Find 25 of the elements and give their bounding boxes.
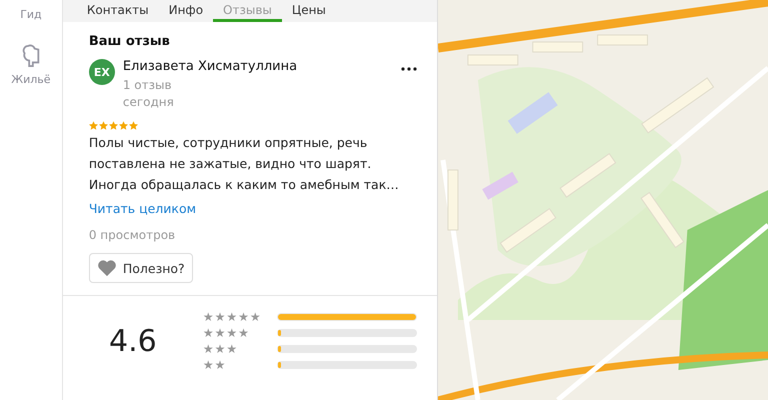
star-label: ★★★★ [202, 326, 251, 340]
house-icon [20, 43, 42, 69]
star-label: ★★ [202, 358, 228, 372]
review-date: сегодня [122, 94, 175, 111]
read-more-link[interactable]: Читать целиком [88, 201, 417, 216]
view-count: 0 просмотров [88, 228, 176, 242]
section-heading: Ваш отзыв [88, 34, 171, 49]
star-icon [118, 121, 128, 130]
star-label: ★★★★★ [202, 310, 263, 324]
tab[interactable]: Инфо [158, 0, 214, 22]
author-name[interactable]: Елизавета Хисматуллина [122, 59, 393, 74]
more-icon[interactable] [400, 67, 417, 71]
average-rating: 4.6 [108, 324, 158, 361]
star-icon [128, 121, 138, 130]
author-review-count: 1 отзыв [122, 77, 173, 94]
review-text: Полы чистые, сотрудники опрятные, речь поставлена не зажатые, видно что шарят. Иногда обращалась к каким то амебным так… [88, 134, 400, 194]
star-icon [98, 121, 108, 130]
star-icon [88, 121, 98, 130]
star-icon [108, 121, 118, 130]
tab[interactable]: Контакты [76, 0, 159, 22]
avatar-initials: EX [88, 59, 115, 85]
helpful-button[interactable]: Полезно? [88, 253, 193, 283]
star-label: ★★★ [202, 342, 240, 356]
heart-icon [96, 259, 117, 277]
tab[interactable]: Цены [282, 0, 336, 22]
